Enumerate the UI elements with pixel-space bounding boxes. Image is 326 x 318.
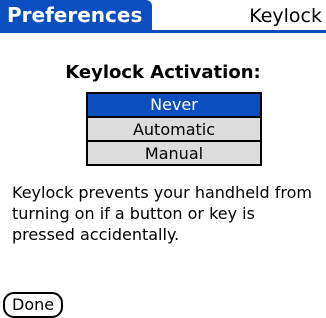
section-title: Keylock Activation: xyxy=(65,62,261,83)
option-automatic[interactable]: Automatic xyxy=(88,116,260,140)
keylock-description: Keylock prevents your handheld from turn… xyxy=(12,183,312,244)
panel-selector[interactable]: Keylock xyxy=(249,0,322,32)
app-title: Preferences xyxy=(0,0,153,30)
keylock-option-list: Never Automatic Manual xyxy=(86,92,262,166)
header-divider xyxy=(0,30,326,33)
done-button[interactable]: Done xyxy=(3,292,64,318)
header-bar: Preferences Keylock xyxy=(0,0,326,33)
option-manual[interactable]: Manual xyxy=(88,140,260,164)
option-never[interactable]: Never xyxy=(88,94,260,116)
